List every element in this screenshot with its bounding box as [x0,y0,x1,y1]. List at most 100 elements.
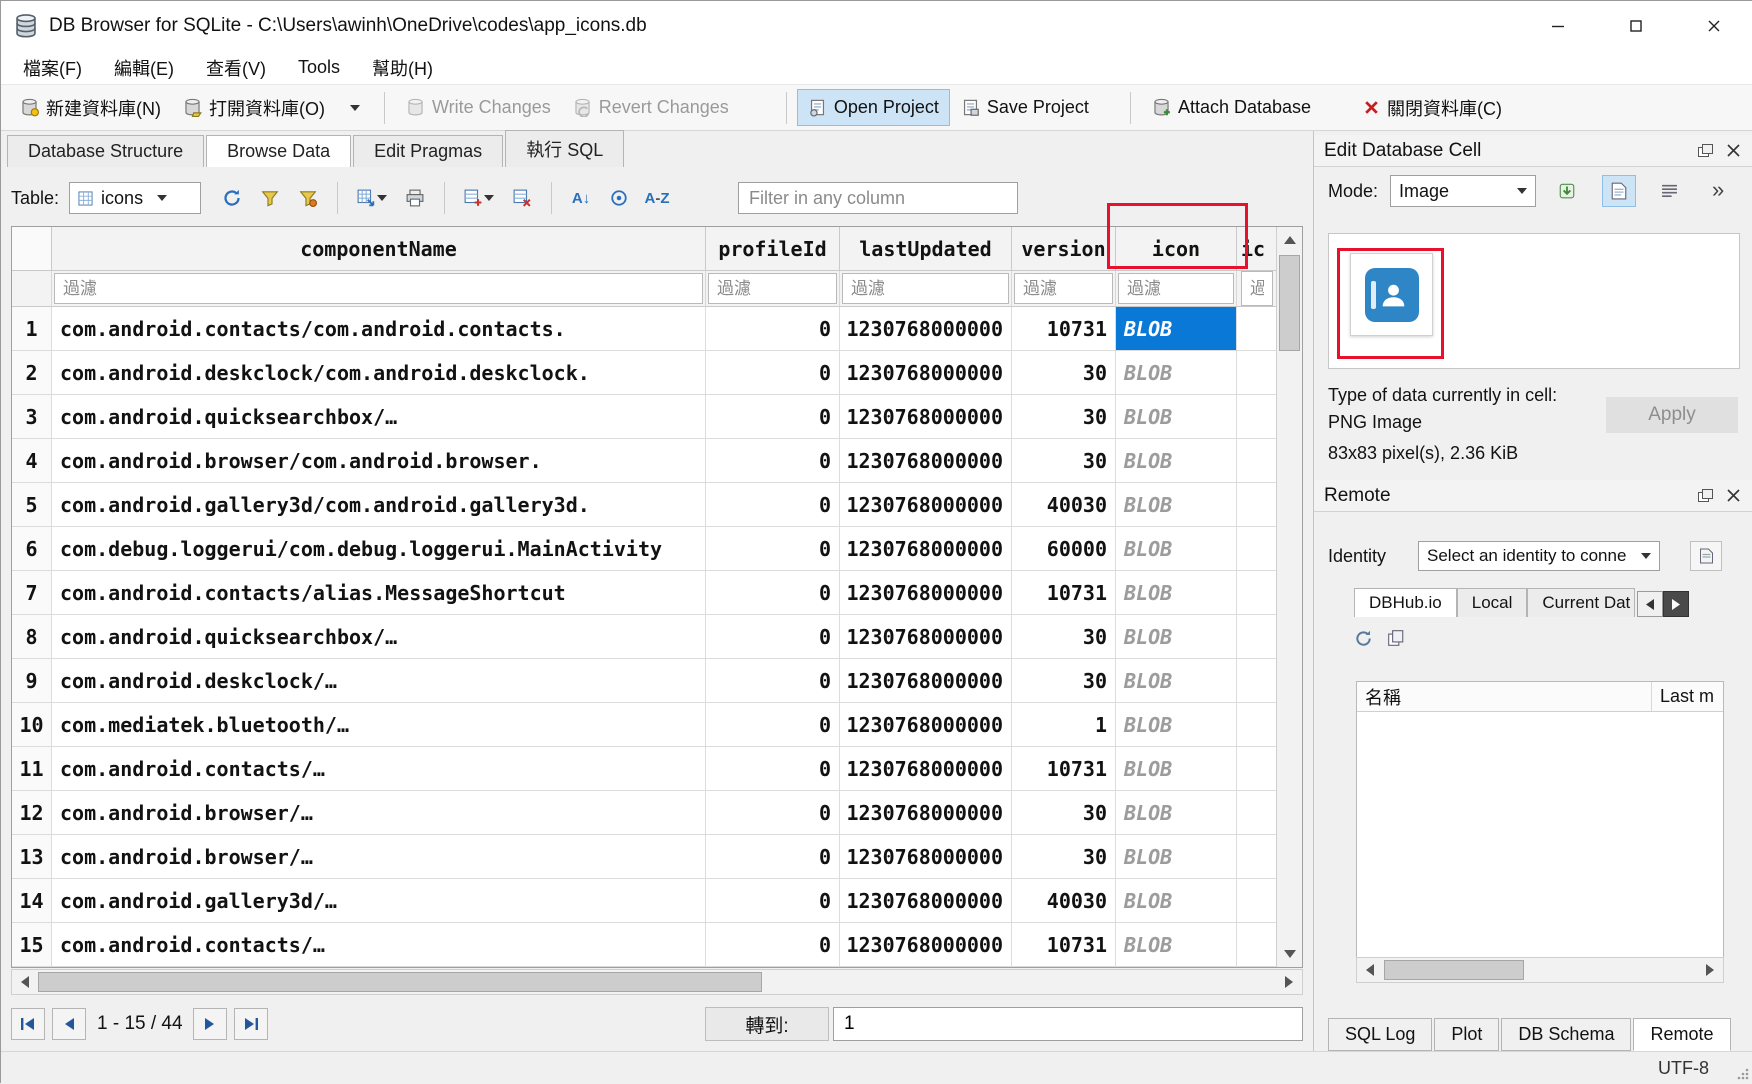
overflow-chevron-icon[interactable]: » [1712,177,1724,203]
identity-combobox[interactable]: Select an identity to conne [1418,541,1660,571]
column-header-icon[interactable]: icon [1116,227,1237,271]
dock-tab-plot[interactable]: Plot [1434,1018,1499,1051]
cell-last-updated[interactable]: 1230768000000 [840,571,1012,615]
cell-profile-id[interactable]: 0 [706,571,840,615]
cell-icon-blob[interactable]: BLOB [1116,395,1237,439]
cell-extra[interactable] [1237,615,1276,659]
delete-record-button[interactable] [507,183,537,213]
text-view-button[interactable] [1602,175,1636,207]
print-button[interactable] [400,183,430,213]
close-panel-icon[interactable] [1727,489,1740,502]
cell-component-name[interactable]: com.android.deskclock/com.android.deskcl… [52,351,706,395]
row-number[interactable]: 12 [12,791,52,835]
cell-component-name[interactable]: com.debug.loggerui/com.debug.loggerui.Ma… [52,527,706,571]
cell-extra[interactable] [1237,659,1276,703]
cell-icon-blob[interactable]: BLOB [1116,923,1237,967]
cell-profile-id[interactable]: 0 [706,615,840,659]
row-number[interactable]: 10 [12,703,52,747]
save-filter-button[interactable] [293,183,323,213]
open-database-button[interactable]: 打開資料庫(O) [172,87,336,129]
row-number[interactable]: 7 [12,571,52,615]
cell-last-updated[interactable]: 1230768000000 [840,483,1012,527]
remote-list-body[interactable] [1357,712,1723,958]
cell-extra[interactable] [1237,483,1276,527]
cell-component-name[interactable]: com.android.contacts/… [52,923,706,967]
cell-profile-id[interactable]: 0 [706,439,840,483]
cell-version[interactable]: 40030 [1012,483,1116,527]
last-page-button[interactable] [234,1008,268,1040]
row-number[interactable]: 11 [12,747,52,791]
row-number[interactable]: 9 [12,659,52,703]
cell-component-name[interactable]: com.android.quicksearchbox/… [52,395,706,439]
close-panel-icon[interactable] [1727,144,1740,157]
scroll-right-button[interactable] [1276,970,1302,994]
filter-any-column-input[interactable] [738,182,1018,214]
clear-filters-button[interactable] [255,183,285,213]
row-number[interactable]: 3 [12,395,52,439]
scroll-up-button[interactable] [1277,227,1302,253]
cell-last-updated[interactable]: 1230768000000 [840,527,1012,571]
row-number[interactable]: 4 [12,439,52,483]
filter-input-extra[interactable] [1241,271,1273,306]
horizontal-scrollbar[interactable] [11,969,1303,995]
row-number[interactable]: 14 [12,879,52,923]
cell-version[interactable]: 30 [1012,351,1116,395]
cell-last-updated[interactable]: 1230768000000 [840,351,1012,395]
scroll-left-button[interactable] [1357,958,1383,982]
cell-component-name[interactable]: com.android.contacts/com.android.contact… [52,307,706,351]
column-header-version[interactable]: version [1012,227,1116,271]
remote-tab-dbhub[interactable]: DBHub.io [1354,588,1457,617]
scroll-down-button[interactable] [1277,941,1302,967]
cell-extra[interactable] [1237,527,1276,571]
cell-profile-id[interactable]: 0 [706,835,840,879]
cell-last-updated[interactable]: 1230768000000 [840,747,1012,791]
cell-icon-blob[interactable]: BLOB [1116,879,1237,923]
cell-extra[interactable] [1237,835,1276,879]
cell-icon-blob[interactable]: BLOB [1116,439,1237,483]
cell-icon-blob[interactable]: BLOB [1116,659,1237,703]
refresh-remote-icon[interactable] [1354,629,1373,648]
cell-icon-blob[interactable]: BLOB [1116,527,1237,571]
cell-icon-blob[interactable]: BLOB [1116,747,1237,791]
cell-icon-blob[interactable]: BLOB [1116,351,1237,395]
cell-version[interactable]: 30 [1012,615,1116,659]
cell-component-name[interactable]: com.mediatek.bluetooth/… [52,703,706,747]
row-number[interactable]: 1 [12,307,52,351]
cell-last-updated[interactable]: 1230768000000 [840,439,1012,483]
cell-last-updated[interactable]: 1230768000000 [840,791,1012,835]
column-header-lastUpdated[interactable]: lastUpdated [840,227,1012,271]
cell-icon-blob[interactable]: BLOB [1116,615,1237,659]
remote-scrollbar-thumb[interactable] [1384,960,1524,980]
cell-component-name[interactable]: com.android.gallery3d/… [52,879,706,923]
column-header-componentName[interactable]: componentName [52,227,706,271]
cell-icon-blob[interactable]: BLOB [1116,307,1237,351]
remote-column-last-modified[interactable]: Last m [1652,682,1723,711]
cell-component-name[interactable]: com.android.gallery3d/com.android.galler… [52,483,706,527]
row-number[interactable]: 6 [12,527,52,571]
dock-tab-remote[interactable]: Remote [1633,1018,1730,1051]
tab-scroll-left-button[interactable] [1637,591,1663,617]
filter-input-lastUpdated[interactable] [842,273,1009,304]
encoding-label[interactable]: UTF-8 [1658,1058,1709,1079]
cell-version[interactable]: 10731 [1012,571,1116,615]
cell-extra[interactable] [1237,923,1276,967]
cell-last-updated[interactable]: 1230768000000 [840,923,1012,967]
row-number[interactable]: 15 [12,923,52,967]
cell-last-updated[interactable]: 1230768000000 [840,659,1012,703]
cell-component-name[interactable]: com.android.contacts/alias.MessageShortc… [52,571,706,615]
remote-tab-local[interactable]: Local [1457,588,1528,617]
attach-database-button[interactable]: Attach Database [1141,89,1322,126]
cell-extra[interactable] [1237,703,1276,747]
cell-version[interactable]: 10731 [1012,747,1116,791]
sort-az-button[interactable]: A-Z [642,183,672,213]
insert-record-button[interactable] [352,183,392,213]
cell-version[interactable]: 30 [1012,835,1116,879]
cell-extra[interactable] [1237,439,1276,483]
cell-profile-id[interactable]: 0 [706,923,840,967]
sort-ascending-button[interactable]: A↓ [566,183,596,213]
cell-component-name[interactable]: com.android.contacts/… [52,747,706,791]
row-number[interactable]: 5 [12,483,52,527]
float-panel-icon[interactable] [1698,144,1713,157]
cell-profile-id[interactable]: 0 [706,659,840,703]
cell-icon-blob[interactable]: BLOB [1116,835,1237,879]
